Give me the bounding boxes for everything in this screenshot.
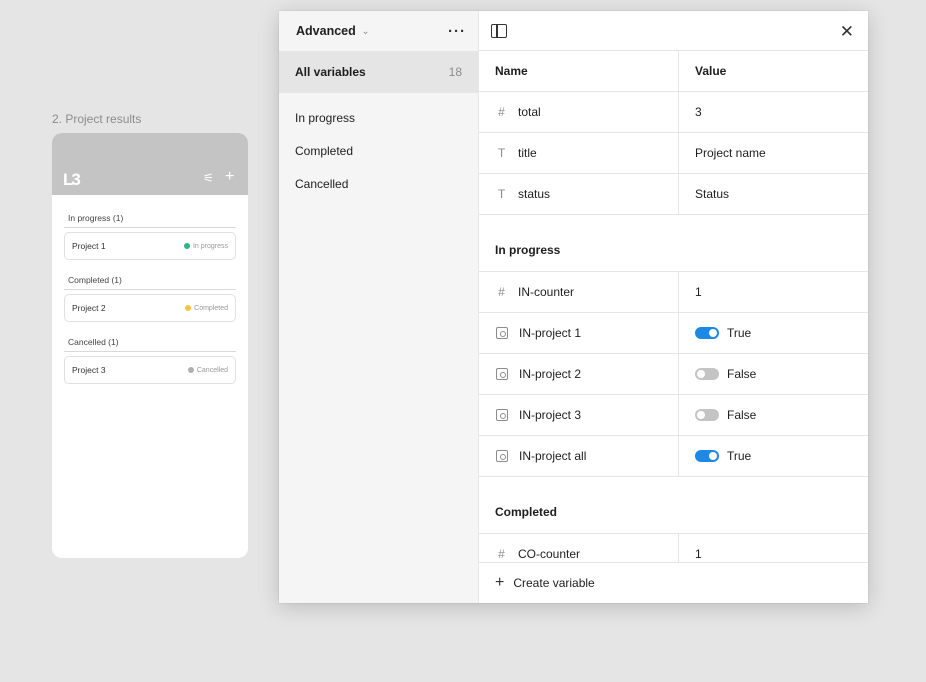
number-type-icon: # — [498, 285, 505, 299]
variable-name: status — [518, 187, 551, 201]
variable-name: IN-project 1 — [519, 326, 582, 340]
group-heading: Completed — [479, 477, 868, 534]
variable-value[interactable]: Project name — [679, 133, 868, 173]
section-title: In progress (1) — [64, 195, 236, 228]
project-card: Project 2 Completed — [64, 294, 236, 322]
sidebar-item-all-variables[interactable]: All variables 18 — [279, 51, 478, 93]
sidebar-header: Advanced ⌄ ··· — [279, 11, 478, 51]
status-text: Cancelled — [196, 366, 228, 374]
variable-name: CO-counter — [518, 547, 581, 561]
variable-value: False — [727, 408, 757, 422]
frame-section-in-progress: In progress (1) Project 1 In progress — [52, 195, 248, 260]
table-row[interactable]: # CO-counter 1 — [479, 534, 868, 562]
table-row[interactable]: IN-project all True — [479, 436, 868, 477]
group-heading: In progress — [479, 215, 868, 272]
variable-name: total — [518, 105, 541, 119]
column-header-name: Name — [479, 51, 679, 91]
sidebar-toggle-icon[interactable] — [491, 24, 507, 38]
toggle-switch[interactable] — [695, 327, 719, 339]
table-row[interactable]: Tstatus Status — [479, 174, 868, 215]
sidebar-item-label: All variables — [295, 65, 366, 79]
logo-icon: L3 — [63, 170, 81, 189]
frame-label[interactable]: 2. Project results — [52, 112, 141, 126]
create-variable-label: Create variable — [513, 576, 595, 590]
create-variable-button[interactable]: + Create variable — [479, 562, 868, 603]
collection-name: Advanced — [296, 24, 356, 38]
project-name: Project 3 — [72, 365, 106, 375]
column-header-value: Value — [695, 64, 727, 78]
frame-section-completed: Completed (1) Project 2 Completed — [52, 260, 248, 322]
boolean-type-icon — [496, 327, 508, 339]
section-title: Cancelled (1) — [64, 322, 236, 352]
variable-value[interactable]: Status — [679, 174, 868, 214]
table-row[interactable]: Ttitle Project name — [479, 133, 868, 174]
status-badge: Cancelled — [187, 366, 228, 374]
table-row[interactable]: # IN-counter 1 — [479, 272, 868, 313]
collection-dropdown[interactable]: Advanced ⌄ — [296, 24, 369, 38]
more-options-icon[interactable]: ··· — [448, 23, 466, 40]
variable-name: IN-project 2 — [519, 367, 582, 381]
filter-icon: ⚟ — [203, 171, 214, 185]
collections-sidebar: Advanced ⌄ ··· All variables 18 In progre… — [279, 11, 479, 603]
number-type-icon: # — [498, 105, 505, 119]
project-name: Project 1 — [72, 241, 106, 251]
status-dot-icon — [185, 305, 192, 311]
plus-icon: + — [495, 574, 505, 591]
text-type-icon: T — [497, 187, 506, 201]
project-card: Project 1 In progress — [64, 232, 236, 260]
variables-modal: Advanced ⌄ ··· All variables 18 In progre… — [279, 11, 868, 603]
variable-count: 18 — [448, 65, 462, 79]
table-header: Name Value — [479, 51, 868, 92]
boolean-type-icon — [496, 450, 508, 462]
section-title: Completed (1) — [64, 260, 236, 290]
status-badge: Completed — [185, 305, 228, 312]
variables-table-panel: ✕ Name Value # total 3 Ttitle Project nam… — [479, 11, 868, 603]
variable-value[interactable]: 1 — [679, 534, 868, 562]
frame-section-cancelled: Cancelled (1) Project 3 Cancelled — [52, 322, 248, 384]
variable-value: False — [727, 367, 757, 381]
status-dot-icon — [187, 367, 194, 373]
toggle-switch[interactable] — [695, 409, 719, 421]
project-name: Project 2 — [72, 303, 106, 313]
table-row[interactable]: IN-project 2 False — [479, 354, 868, 395]
boolean-type-icon — [496, 368, 508, 380]
chevron-down-icon: ⌄ — [361, 25, 370, 36]
variable-value: True — [727, 449, 752, 463]
project-card: Project 3 Cancelled — [64, 356, 236, 384]
frame-header: L3 ⚟ + — [52, 133, 248, 195]
variable-value[interactable]: 1 — [679, 272, 868, 312]
add-icon: + — [225, 168, 235, 185]
status-dot-icon — [183, 243, 190, 249]
sidebar-item-cancelled[interactable]: Cancelled — [279, 167, 478, 200]
sidebar-item-in-progress[interactable]: In progress — [279, 101, 478, 134]
number-type-icon: # — [498, 547, 505, 561]
close-icon[interactable]: ✕ — [840, 22, 854, 42]
table-body: # total 3 Ttitle Project name Tstatus Sta… — [479, 92, 868, 562]
table-row[interactable]: IN-project 3 False — [479, 395, 868, 436]
toggle-switch[interactable] — [695, 368, 719, 380]
status-text: Completed — [194, 304, 228, 312]
variable-name: title — [518, 146, 537, 160]
variable-value: True — [727, 326, 752, 340]
group-list: In progress Completed Cancelled — [279, 93, 478, 200]
variable-value[interactable]: 3 — [679, 92, 868, 132]
variable-name: IN-project 3 — [519, 408, 582, 422]
status-text: In progress — [192, 242, 228, 250]
variable-name: IN-project all — [519, 449, 587, 463]
boolean-type-icon — [496, 409, 508, 421]
table-row[interactable]: IN-project 1 True — [479, 313, 868, 354]
panel-toolbar: ✕ — [479, 11, 868, 51]
variable-name: IN-counter — [518, 285, 575, 299]
text-type-icon: T — [497, 146, 506, 160]
sidebar-item-completed[interactable]: Completed — [279, 134, 478, 167]
toggle-switch[interactable] — [695, 450, 719, 462]
status-badge: In progress — [183, 242, 228, 250]
table-row[interactable]: # total 3 — [479, 92, 868, 133]
project-results-frame[interactable]: L3 ⚟ + In progress (1) Project 1 In prog… — [52, 133, 248, 558]
